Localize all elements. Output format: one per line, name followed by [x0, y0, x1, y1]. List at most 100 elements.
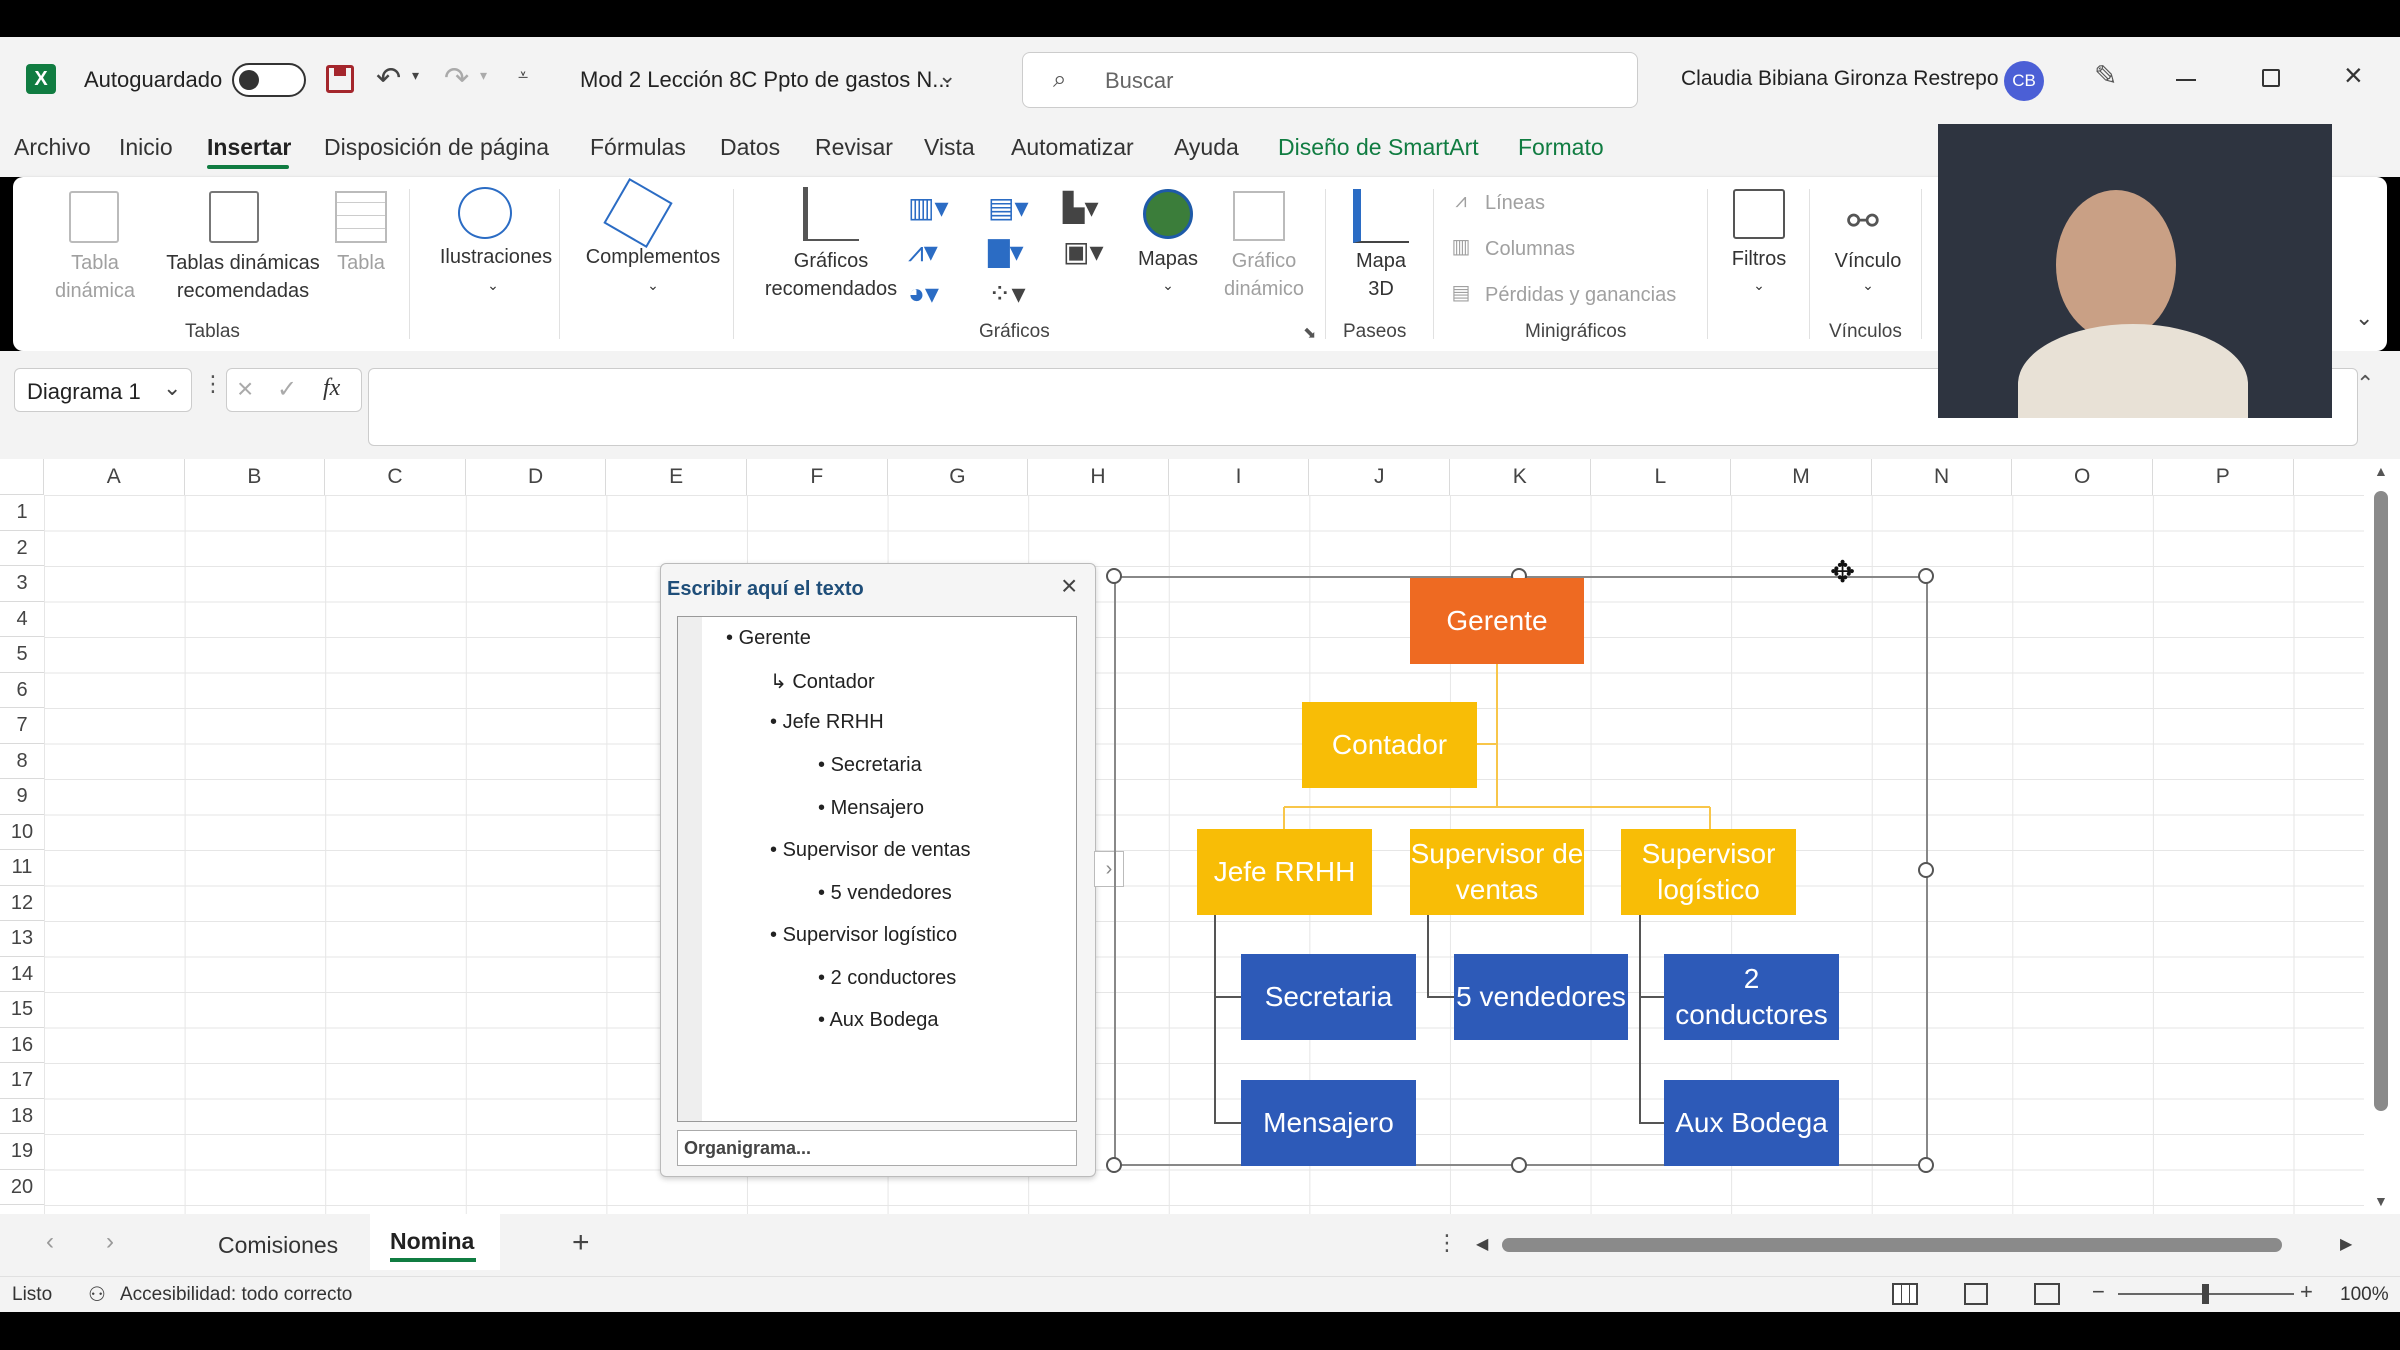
- name-box-chevron-icon[interactable]: ⌄: [163, 375, 181, 401]
- cancel-icon[interactable]: ×: [237, 373, 253, 405]
- tabla-button[interactable]: Tabla: [331, 249, 391, 277]
- add-sheet-button[interactable]: +: [572, 1226, 590, 1260]
- graficos-dialog-launcher-icon[interactable]: ⬊: [1303, 323, 1316, 343]
- menu-formato[interactable]: Formato: [1518, 134, 1604, 161]
- zoom-in-icon[interactable]: +: [2300, 1279, 2313, 1305]
- save-icon[interactable]: [326, 65, 354, 93]
- search-input[interactable]: Buscar: [1105, 68, 1173, 94]
- undo-icon[interactable]: ↶: [376, 61, 401, 96]
- more-options-icon[interactable]: ⋮: [202, 371, 224, 397]
- normal-view-icon[interactable]: [1892, 1283, 1918, 1305]
- mapa3d-button[interactable]: Mapa 3D: [1351, 247, 1411, 303]
- menu-archivo[interactable]: Archivo: [14, 134, 91, 161]
- org-node-aux-bodega[interactable]: Aux Bodega: [1664, 1080, 1839, 1166]
- org-node-gerente[interactable]: Gerente: [1410, 578, 1584, 664]
- org-node-vendedores[interactable]: 5 vendedores: [1454, 954, 1628, 1040]
- fx-icon[interactable]: fx: [323, 375, 340, 402]
- page-break-view-icon[interactable]: [2034, 1283, 2060, 1305]
- line-chart-icon[interactable]: ⩘▾: [908, 235, 938, 269]
- tabla-dinamica-button[interactable]: Tabla dinámica: [35, 249, 155, 305]
- close-icon[interactable]: ×: [2344, 57, 2363, 94]
- tab-split-icon[interactable]: ⋮: [1436, 1230, 1458, 1256]
- undo-dropdown-icon[interactable]: ▾: [412, 67, 419, 84]
- restore-icon[interactable]: [2262, 69, 2280, 87]
- scroll-left-icon[interactable]: ◀: [1476, 1234, 1488, 1254]
- org-node-conductores[interactable]: 2 conductores: [1664, 954, 1839, 1040]
- separator: [1921, 189, 1922, 339]
- menu-formulas[interactable]: Fórmulas: [590, 134, 686, 161]
- zoom-slider[interactable]: [2118, 1284, 2294, 1304]
- vinculo-chevron-icon[interactable]: ⌄: [1858, 271, 1878, 299]
- horizontal-scroll-thumb[interactable]: [1502, 1238, 2282, 1252]
- menu-insertar[interactable]: Insertar: [207, 134, 291, 161]
- perdidas-ganancias-button[interactable]: Pérdidas y ganancias: [1485, 281, 1676, 309]
- pie-chart-icon[interactable]: ◕▾: [908, 277, 939, 310]
- prev-sheet-icon[interactable]: ‹: [46, 1228, 54, 1256]
- sheet-tab-comisiones[interactable]: Comisiones: [218, 1232, 338, 1259]
- menu-revisar[interactable]: Revisar: [815, 134, 893, 161]
- avatar[interactable]: CB: [2004, 61, 2044, 101]
- org-node-supervisor-ventas[interactable]: Supervisor de ventas: [1410, 829, 1584, 915]
- scroll-right-icon[interactable]: ▶: [2340, 1234, 2352, 1254]
- org-node-mensajero[interactable]: Mensajero: [1241, 1080, 1416, 1166]
- customize-qat-icon[interactable]: ⩡: [518, 65, 528, 86]
- ilustraciones-button[interactable]: Ilustraciones: [421, 243, 571, 271]
- pen-icon[interactable]: ✎: [2094, 59, 2117, 92]
- vertical-scroll-thumb[interactable]: [2374, 491, 2388, 1111]
- mapas-chevron-icon[interactable]: ⌄: [1158, 271, 1178, 299]
- user-name[interactable]: Claudia Bibiana Gironza Restrepo: [1681, 67, 1999, 91]
- org-node-secretaria[interactable]: Secretaria: [1241, 954, 1416, 1040]
- scroll-down-icon[interactable]: ▼: [2374, 1193, 2388, 1209]
- ribbon-collapse-chevron-icon[interactable]: ⌄: [2355, 305, 2373, 331]
- horizontal-scrollbar[interactable]: ◀ ▶: [1476, 1234, 2360, 1256]
- org-node-jefe-rrhh[interactable]: Jefe RRHH: [1197, 829, 1372, 915]
- accessibility-status[interactable]: Accesibilidad: todo correcto: [120, 1284, 352, 1306]
- filtros-button[interactable]: Filtros: [1723, 245, 1795, 273]
- column-chart-icon[interactable]: ▥▾: [908, 191, 949, 224]
- ilustraciones-chevron-icon[interactable]: ⌄: [483, 271, 503, 299]
- zoom-out-icon[interactable]: −: [2092, 1279, 2105, 1305]
- waterfall-chart-icon[interactable]: ▙▾: [1063, 191, 1099, 224]
- tablas-dinamicas-recomendadas-button[interactable]: Tablas dinámicas recomendadas: [153, 249, 333, 305]
- org-node-contador[interactable]: Contador: [1302, 702, 1477, 788]
- columnas-button[interactable]: Columnas: [1485, 235, 1575, 263]
- combo-chart-icon[interactable]: ▣▾: [1063, 235, 1104, 268]
- complementos-chevron-icon[interactable]: ⌄: [643, 271, 663, 299]
- name-box[interactable]: Diagrama 1 ⌄: [14, 368, 192, 412]
- search-box[interactable]: ⌕ Buscar: [1022, 52, 1638, 108]
- next-sheet-icon[interactable]: ›: [106, 1228, 114, 1256]
- vertical-scrollbar[interactable]: ▲ ▼: [2364, 459, 2400, 1214]
- zoom-slider-thumb[interactable]: [2202, 1284, 2209, 1304]
- menu-vista[interactable]: Vista: [924, 134, 975, 161]
- statistic-chart-icon[interactable]: ▇▾: [988, 235, 1024, 268]
- filtros-chevron-icon[interactable]: ⌄: [1749, 271, 1769, 299]
- org-node-supervisor-logistico[interactable]: Supervisor logístico: [1621, 829, 1796, 915]
- hierarchy-chart-icon[interactable]: ▤▾: [988, 191, 1029, 224]
- enter-icon[interactable]: ✓: [277, 375, 297, 404]
- menu-disposicion[interactable]: Disposición de página: [324, 134, 549, 161]
- excel-logo-icon[interactable]: X: [26, 64, 56, 94]
- redo-icon[interactable]: ↷: [444, 61, 469, 96]
- zoom-level[interactable]: 100%: [2340, 1284, 2389, 1306]
- graficos-recomendados-button[interactable]: Gráficos recomendados: [751, 247, 911, 303]
- scroll-up-icon[interactable]: ▲: [2374, 463, 2388, 479]
- page-layout-view-icon[interactable]: [1964, 1283, 1988, 1305]
- accessibility-icon[interactable]: ⚇: [88, 1282, 106, 1307]
- menu-inicio[interactable]: Inicio: [119, 134, 173, 161]
- complementos-button[interactable]: Complementos: [573, 243, 733, 271]
- menu-datos[interactable]: Datos: [720, 134, 780, 161]
- formula-expand-icon[interactable]: ⌃: [2356, 371, 2374, 397]
- grafico-dinamico-button[interactable]: Gráfico dinámico: [1199, 247, 1329, 303]
- document-title[interactable]: Mod 2 Lección 8C Ppto de gastos N...: [580, 67, 951, 93]
- scatter-chart-icon[interactable]: ⁘▾: [988, 277, 1026, 310]
- menu-diseno-smartart[interactable]: Diseño de SmartArt: [1278, 134, 1479, 161]
- menu-ayuda[interactable]: Ayuda: [1174, 134, 1239, 161]
- minimize-icon[interactable]: [2176, 79, 2196, 81]
- menu-automatizar[interactable]: Automatizar: [1011, 134, 1134, 161]
- title-chevron-down-icon[interactable]: ⌄: [938, 63, 956, 89]
- sheet-tab-nomina[interactable]: Nomina: [370, 1214, 500, 1270]
- lineas-button[interactable]: Líneas: [1485, 189, 1545, 217]
- worksheet[interactable]: ABCDEFGHIJKLMNOP 1 2 3 4 5 6 7 8 9 10 11 12 13 14 15 16…: [0, 459, 2400, 1214]
- redo-dropdown-icon[interactable]: ▾: [480, 67, 487, 84]
- autosave-toggle[interactable]: [232, 63, 306, 97]
